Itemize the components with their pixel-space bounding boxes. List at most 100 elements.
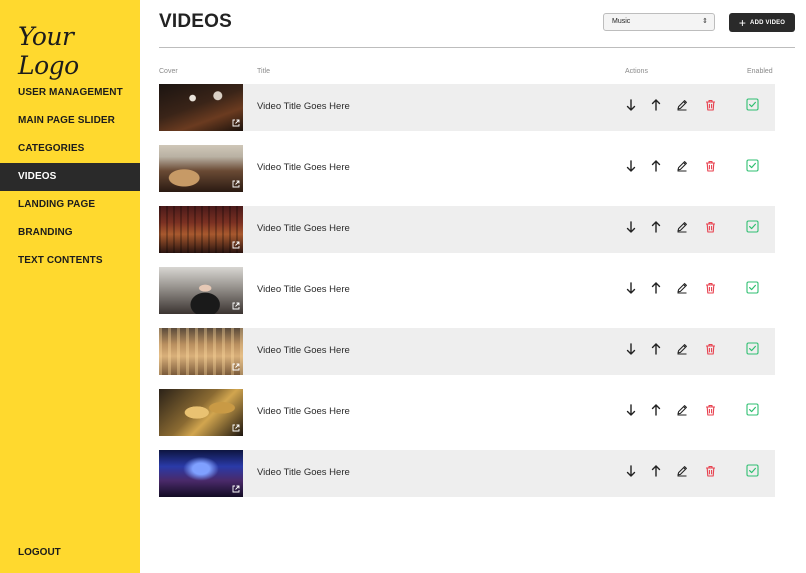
main-content: VIDEOS Music ⇕ + ADD VIDEO Cover Title A…	[159, 0, 799, 573]
checked-checkbox-icon	[746, 281, 759, 298]
video-cover-thumbnail[interactable]	[159, 450, 243, 497]
table-row: Video Title Goes Here	[159, 267, 775, 314]
sidebar-item-branding[interactable]: BRANDING	[0, 219, 140, 247]
arrow-down-icon	[626, 465, 636, 477]
move-down-button[interactable]	[624, 158, 638, 174]
checked-checkbox-icon	[746, 342, 759, 359]
move-down-button[interactable]	[624, 463, 638, 479]
move-down-button[interactable]	[624, 97, 638, 113]
sidebar-item-text-contents[interactable]: TEXT CONTENTS	[0, 247, 140, 275]
move-up-button[interactable]	[649, 463, 663, 479]
move-up-button[interactable]	[649, 341, 663, 357]
move-up-button[interactable]	[649, 158, 663, 174]
move-up-button[interactable]	[649, 280, 663, 296]
delete-button[interactable]	[703, 341, 717, 357]
edit-button[interactable]	[675, 219, 689, 235]
logo[interactable]: Your Logo	[18, 22, 140, 80]
video-cover-thumbnail[interactable]	[159, 206, 243, 253]
enabled-checkbox[interactable]	[746, 159, 759, 172]
video-cover-thumbnail[interactable]	[159, 145, 243, 192]
delete-button[interactable]	[703, 402, 717, 418]
logout-link[interactable]: LOGOUT	[18, 547, 61, 558]
external-link-icon[interactable]	[232, 241, 240, 251]
external-link-icon[interactable]	[232, 424, 240, 434]
pencil-icon	[676, 99, 688, 111]
arrow-down-icon	[626, 99, 636, 111]
arrow-up-icon	[651, 343, 661, 355]
checked-checkbox-icon	[746, 220, 759, 237]
move-up-button[interactable]	[649, 97, 663, 113]
external-link-icon[interactable]	[232, 180, 240, 190]
table-row: Video Title Goes Here	[159, 84, 775, 131]
category-select[interactable]: Music ⇕	[603, 13, 715, 31]
edit-button[interactable]	[675, 158, 689, 174]
video-title: Video Title Goes Here	[257, 406, 350, 417]
move-down-button[interactable]	[624, 341, 638, 357]
delete-button[interactable]	[703, 280, 717, 296]
pencil-icon	[676, 221, 688, 233]
delete-button[interactable]	[703, 463, 717, 479]
video-cover-thumbnail[interactable]	[159, 389, 243, 436]
move-up-button[interactable]	[649, 402, 663, 418]
sidebar-item-main-page-slider[interactable]: MAIN PAGE SLIDER	[0, 107, 140, 135]
table-row: Video Title Goes Here	[159, 389, 775, 436]
edit-button[interactable]	[675, 341, 689, 357]
external-link-icon[interactable]	[232, 363, 240, 373]
arrow-up-icon	[651, 404, 661, 416]
move-down-button[interactable]	[624, 402, 638, 418]
video-cover-thumbnail[interactable]	[159, 267, 243, 314]
sidebar-item-user-management[interactable]: USER MANAGEMENT	[0, 79, 140, 107]
edit-button[interactable]	[675, 463, 689, 479]
arrow-up-icon	[651, 221, 661, 233]
table-row: Video Title Goes Here	[159, 145, 775, 192]
move-up-button[interactable]	[649, 219, 663, 235]
enabled-checkbox[interactable]	[746, 281, 759, 294]
video-title: Video Title Goes Here	[257, 467, 350, 478]
enabled-checkbox[interactable]	[746, 464, 759, 477]
video-title: Video Title Goes Here	[257, 284, 350, 295]
edit-button[interactable]	[675, 280, 689, 296]
arrow-up-icon	[651, 160, 661, 172]
column-header-enabled: Enabled	[747, 68, 773, 75]
video-cover-thumbnail[interactable]	[159, 328, 243, 375]
checked-checkbox-icon	[746, 159, 759, 176]
external-link-icon[interactable]	[232, 119, 240, 129]
checked-checkbox-icon	[746, 98, 759, 115]
external-link-icon[interactable]	[232, 485, 240, 495]
add-video-button[interactable]: + ADD VIDEO	[729, 13, 795, 32]
page-title: VIDEOS	[159, 11, 232, 32]
delete-button[interactable]	[703, 219, 717, 235]
edit-button[interactable]	[675, 97, 689, 113]
header-divider	[159, 47, 795, 48]
enabled-checkbox[interactable]	[746, 220, 759, 233]
sidebar-item-videos[interactable]: VIDEOS	[0, 163, 140, 191]
pencil-icon	[676, 160, 688, 172]
sidebar-item-categories[interactable]: CATEGORIES	[0, 135, 140, 163]
trash-icon	[705, 160, 716, 172]
sidebar-nav: USER MANAGEMENT MAIN PAGE SLIDER CATEGOR…	[0, 79, 140, 275]
pencil-icon	[676, 404, 688, 416]
trash-icon	[705, 404, 716, 416]
pencil-icon	[676, 282, 688, 294]
trash-icon	[705, 465, 716, 477]
enabled-checkbox[interactable]	[746, 98, 759, 111]
external-link-icon[interactable]	[232, 302, 240, 312]
move-down-button[interactable]	[624, 280, 638, 296]
video-cover-thumbnail[interactable]	[159, 84, 243, 131]
enabled-checkbox[interactable]	[746, 342, 759, 355]
edit-button[interactable]	[675, 402, 689, 418]
arrow-down-icon	[626, 221, 636, 233]
add-video-label: ADD VIDEO	[750, 19, 786, 26]
delete-button[interactable]	[703, 158, 717, 174]
arrow-up-icon	[651, 465, 661, 477]
enabled-checkbox[interactable]	[746, 403, 759, 416]
arrow-up-icon	[651, 99, 661, 111]
delete-button[interactable]	[703, 97, 717, 113]
move-down-button[interactable]	[624, 219, 638, 235]
arrow-down-icon	[626, 282, 636, 294]
table-row: Video Title Goes Here	[159, 206, 775, 253]
column-header-cover: Cover	[159, 68, 178, 75]
sidebar-item-landing-page[interactable]: LANDING PAGE	[0, 191, 140, 219]
pencil-icon	[676, 465, 688, 477]
select-updown-icon: ⇕	[702, 18, 708, 25]
